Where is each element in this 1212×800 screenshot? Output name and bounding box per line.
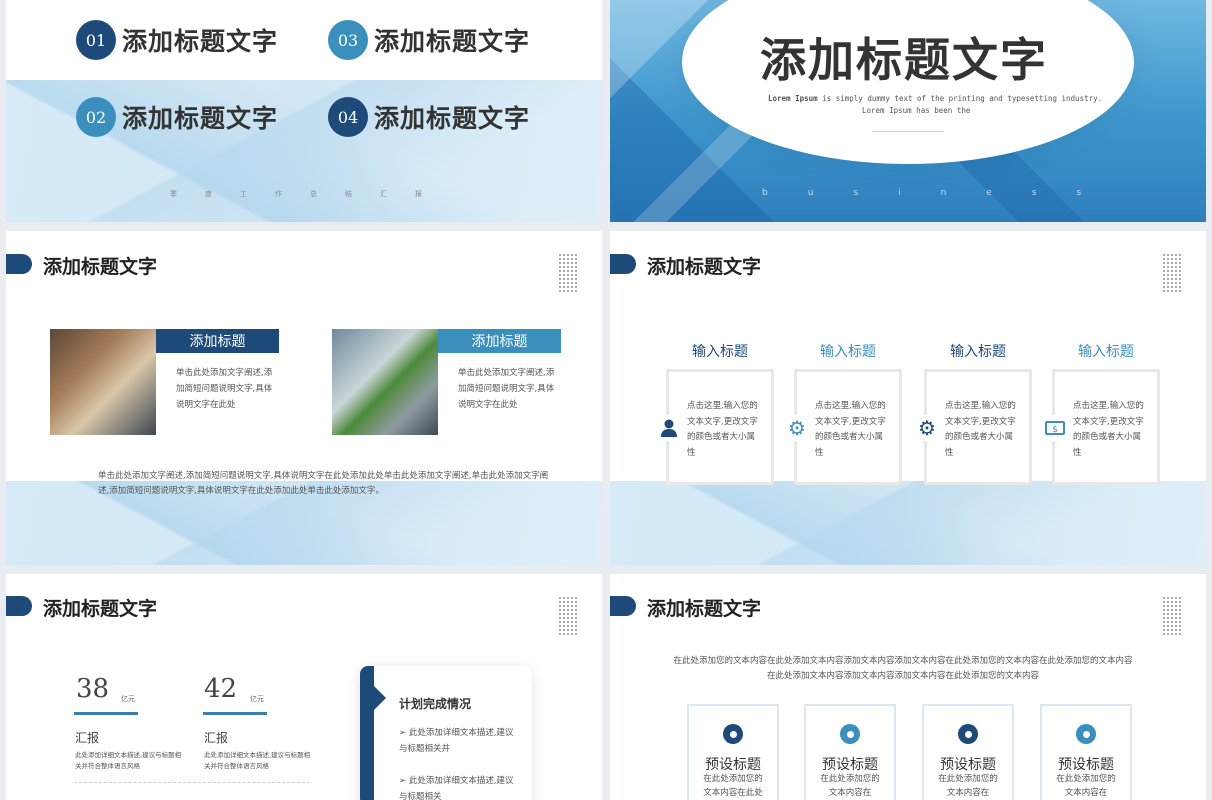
preset-text-4: 在此处添加您的文本内容在 [1056, 774, 1116, 798]
poly-background [610, 481, 1206, 565]
body-paragraph: 单击此处添加文字阐述,添加简短问题说明文字,具体说明文字在此处添加此处单击此处添… [98, 471, 549, 496]
stat-value-2: 42 [204, 674, 238, 704]
circle-icon [840, 724, 860, 744]
slide-cover[interactable]: 添加标题文字 Lorem Ipsum is simply dummy text … [610, 0, 1206, 222]
preset-title-2: 预设标题 [822, 757, 878, 773]
office-photo-2 [332, 329, 438, 435]
stat-label-2: 汇报 [204, 731, 229, 745]
settings-icon: ⚙ [914, 415, 940, 441]
card-label-2: 添加标题 [438, 329, 561, 353]
item-title-1: 输入标题 [692, 344, 748, 360]
slide-header: 添加标题文字 [43, 598, 158, 620]
intro-paragraph: 在此处添加您的文本内容在此处添加文本内容添加文本内容添加文本内容在此处添加您的文… [673, 656, 1133, 681]
item-text-1: 点击这里,输入您的文本文字,更改文字的颜色或者大小属性 [687, 401, 758, 458]
toc-title-04: 添加标题文字 [374, 104, 531, 133]
header-tab [6, 596, 32, 616]
stat-desc-2: 此处添加详细文本描述,建议与标题相关并符合整体语言风格 [204, 751, 311, 770]
slide-photo-cards[interactable]: 添加标题文字 添加标题 单击此处添加文字阐述,添加简短问题说明文字,具体说明文字… [6, 231, 602, 565]
user-icon [656, 415, 682, 441]
header-tab [610, 596, 636, 616]
card-text-2: 单击此处添加文字阐述,添加简短问题说明文字,具体说明文字在此处 [458, 368, 555, 410]
stat-unit-2: 亿元 [250, 695, 264, 703]
cover-subtitle-line1: Lorem Ipsum is simply dummy text of the … [768, 94, 1103, 103]
item-text-4: 点击这里,输入您的文本文字,更改文字的颜色或者大小属性 [1073, 401, 1144, 458]
plan-card-tab [360, 666, 374, 800]
toc-title-03: 添加标题文字 [374, 27, 531, 56]
svg-text:$: $ [1052, 425, 1058, 435]
stat-desc-1: 此处添加详细文本描述,建议与标题相关并符合整体语言风格 [75, 751, 182, 770]
preset-title-4: 预设标题 [1058, 757, 1114, 773]
cover-title: 添加标题文字 [760, 33, 1048, 87]
header-tab [610, 254, 636, 274]
stat-unit-1: 亿元 [121, 695, 135, 703]
header-tab [6, 254, 32, 274]
slide-four-boxes[interactable]: 添加标题文字 输入标题 点击这里,输入您的文本文字,更改文字的颜色或者大小属性 … [610, 231, 1206, 565]
dot-grid [1162, 596, 1182, 636]
preset-text-1: 在此处添加您的文本内容在此处 [703, 774, 763, 798]
gear-icon: ⚙ [784, 415, 810, 441]
business-caption: business [762, 188, 1122, 198]
preset-text-2: 在此处添加您的文本内容在 [820, 774, 880, 798]
slide-stats[interactable]: 添加标题文字 38 亿元 汇报 此处添加详细文本描述,建议与标题相关并符合整体语… [6, 574, 602, 800]
preset-title-3: 预设标题 [940, 757, 996, 773]
slide-toc[interactable]: 01 添加标题文字 03 添加标题文字 02 添加标题文字 04 添加标题文字 … [6, 0, 602, 222]
stat-underline-2 [203, 712, 267, 715]
office-photo-1 [50, 329, 156, 435]
card-text-1: 单击此处添加文字阐述,添加简短问题说明文字,具体说明文字在此处 [176, 368, 273, 410]
preset-text-3: 在此处添加您的文本内容在 [938, 774, 998, 798]
toc-number-03: 03 [328, 20, 368, 60]
toc-number-04: 04 [328, 97, 368, 137]
stat-value-1: 38 [76, 674, 110, 704]
toc-title-02: 添加标题文字 [122, 104, 279, 133]
stat-underline-1 [74, 712, 138, 715]
item-text-3: 点击这里,输入您的文本文字,更改文字的颜色或者大小属性 [945, 401, 1016, 458]
stat-label-1: 汇报 [75, 731, 100, 745]
plan-item-1: ➢ 此处添加详细文本描述,建议与标题相关并 [399, 728, 514, 754]
circle-icon [1076, 724, 1096, 744]
toc-title-01: 添加标题文字 [122, 27, 279, 56]
dot-grid [558, 253, 578, 293]
dot-grid [1162, 253, 1182, 293]
circle-icon [958, 724, 978, 744]
slide-header: 添加标题文字 [43, 256, 158, 278]
footer-caption: 季度工作总结汇报 [170, 190, 450, 198]
plan-title: 计划完成情况 [399, 697, 472, 711]
card-label-1: 添加标题 [156, 329, 279, 353]
divider [872, 131, 944, 132]
circle-icon [723, 724, 743, 744]
plan-item-2: ➢ 此处添加详细文本描述,建议与标题相关 [399, 776, 514, 800]
dot-grid [558, 596, 578, 636]
toc-number-02: 02 [76, 97, 116, 137]
cover-subtitle-line2: Lorem Ipsum has been the [862, 106, 971, 115]
slide-header: 添加标题文字 [647, 598, 762, 620]
preset-title-1: 预设标题 [705, 757, 761, 773]
item-text-2: 点击这里,输入您的文本文字,更改文字的颜色或者大小属性 [815, 401, 886, 458]
plan-arrow [374, 686, 386, 710]
item-title-2: 输入标题 [820, 344, 876, 360]
divider [74, 782, 310, 783]
slide-header: 添加标题文字 [647, 256, 762, 278]
toc-number-01: 01 [76, 20, 116, 60]
item-title-4: 输入标题 [1078, 344, 1134, 360]
item-title-3: 输入标题 [950, 344, 1006, 360]
money-icon: $ [1042, 415, 1068, 441]
slide-preset-cards[interactable]: 添加标题文字 在此处添加您的文本内容在此处添加文本内容添加文本内容添加文本内容在… [610, 574, 1206, 800]
